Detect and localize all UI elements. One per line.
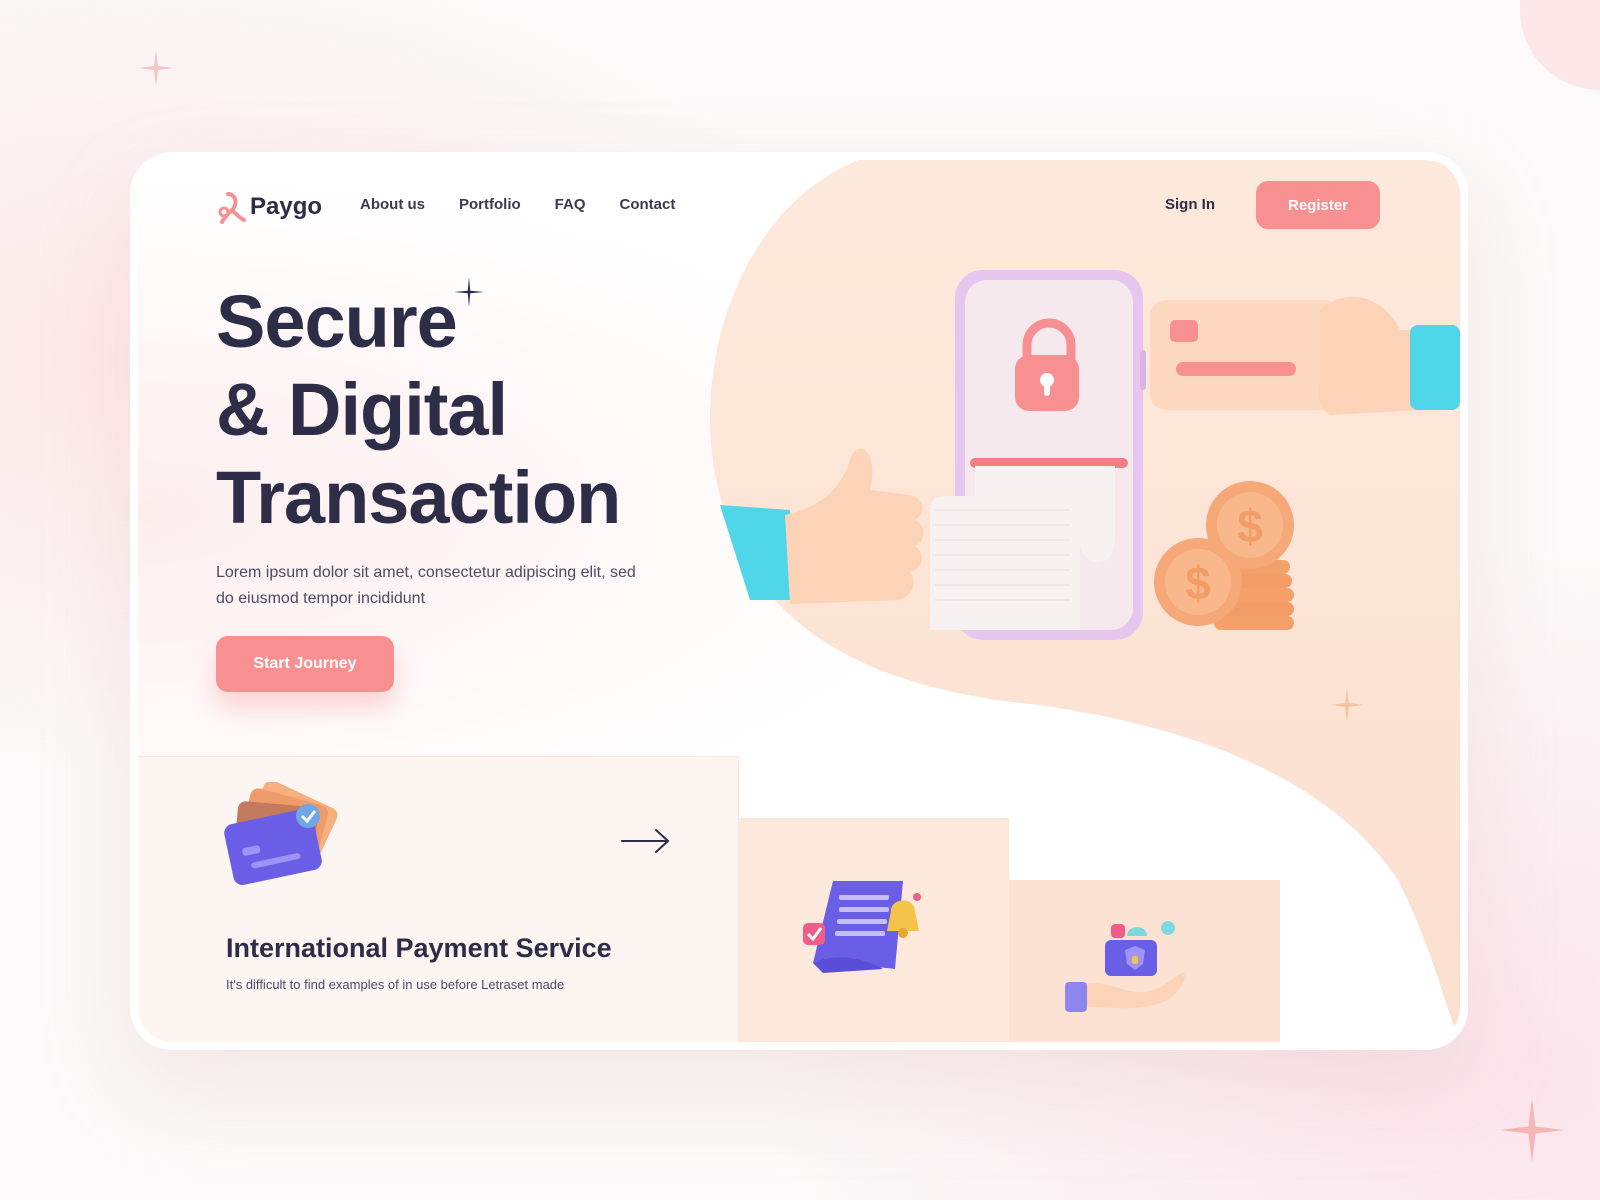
hero-title: Secure & Digital Transaction [216,278,621,542]
hero-title-line: Secure [216,280,458,363]
nav-portfolio[interactable]: Portfolio [459,196,521,213]
logo[interactable]: Paygo [216,190,322,224]
hand-icon [1318,296,1460,415]
service-description: It's difficult to find examples of in us… [226,977,565,992]
sparkle-icon [1500,1098,1564,1162]
sparkle-icon [138,50,174,86]
sparkle-icon [454,277,484,307]
invoice-bell-icon [803,881,921,973]
hero-title-line: Transaction [216,456,621,539]
nav-contact[interactable]: Contact [620,196,676,213]
sparkle-icon [1330,688,1364,722]
nav-about-us[interactable]: About us [360,196,425,213]
arrow-right-icon[interactable] [620,826,672,856]
register-button[interactable]: Register [1256,181,1380,229]
main-nav: About us Portfolio FAQ Contact [360,196,675,213]
svg-text:$: $ [1185,557,1211,609]
hero-description: Lorem ipsum dolor sit amet, consectetur … [216,564,636,607]
start-journey-button[interactable]: Start Journey [216,636,394,692]
thumbs-up-icon [720,448,924,604]
logo-icon [218,192,246,224]
corner-decoration [1520,0,1600,90]
credit-card-icon [1150,300,1340,410]
landing-card: Paygo About us Portfolio FAQ Contact Sig… [130,152,1468,1050]
cards-stack-icon [224,782,338,886]
hero-title-line: & Digital [216,368,508,451]
hero-illustration: $ $ [720,270,1460,640]
nav-faq[interactable]: FAQ [555,196,586,213]
sign-in-link[interactable]: Sign In [1165,196,1215,213]
wallet-hand-icon [1065,921,1185,1012]
coins-icon: $ $ [1154,481,1294,630]
svg-text:$: $ [1237,500,1263,552]
service-title: International Payment Service [226,933,612,963]
logo-text: Paygo [250,193,323,220]
